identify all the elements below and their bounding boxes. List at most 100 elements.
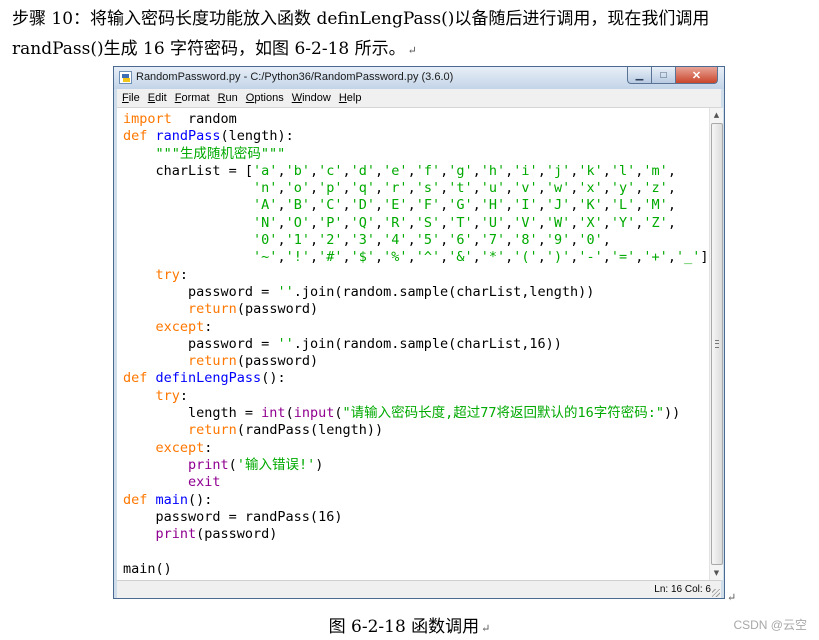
- code-token: ,: [602, 249, 611, 266]
- close-button[interactable]: ✕: [676, 67, 718, 84]
- code-line: """生成随机密码""": [123, 146, 709, 163]
- code-token: 'S': [415, 214, 441, 231]
- code-token: ,: [440, 180, 449, 197]
- maximize-button[interactable]: □: [652, 67, 676, 84]
- code-token: ,: [309, 197, 319, 214]
- code-token: 'w': [545, 180, 571, 197]
- code-token: main: [155, 491, 189, 508]
- code-token: ,: [407, 214, 416, 231]
- code-line: return(randPass(length)): [123, 422, 709, 439]
- code-token: '+': [643, 249, 668, 266]
- code-token: print: [188, 456, 229, 473]
- code-token: '_': [675, 249, 701, 266]
- window-title: RandomPassword.py - C:/Python36/RandomPa…: [136, 71, 454, 83]
- menu-window[interactable]: Window: [292, 92, 331, 104]
- code-token: ,: [537, 180, 546, 197]
- title-bar[interactable]: RandomPassword.py - C:/Python36/RandomPa…: [114, 67, 724, 89]
- code-token: :: [179, 387, 189, 404]
- code-token: ,: [375, 214, 384, 231]
- grip-icon: [715, 340, 719, 348]
- code-token: 'A': [253, 197, 278, 214]
- code-token: except: [155, 439, 205, 456]
- code-token: ,: [440, 197, 449, 214]
- code-editor[interactable]: import random def randPass(length): """生成…: [117, 108, 709, 580]
- code-token: ,: [537, 249, 546, 266]
- code-token: '!': [285, 249, 310, 266]
- resize-grip-icon[interactable]: [712, 589, 720, 597]
- code-token: 'K': [578, 197, 603, 214]
- code-token: '#': [318, 249, 343, 266]
- code-token: try: [155, 387, 180, 404]
- python-file-icon: [119, 71, 132, 84]
- menu-file[interactable]: File: [122, 92, 140, 104]
- menu-run[interactable]: Run: [218, 92, 238, 104]
- code-token: 'j': [545, 162, 571, 179]
- code-token: 'y': [610, 180, 636, 197]
- code-token: ,: [342, 197, 351, 214]
- code-token: ():: [188, 491, 213, 508]
- code-token: ,: [277, 180, 286, 197]
- code-token: ,: [277, 197, 286, 214]
- code-token: ,: [309, 180, 319, 197]
- code-token: 'I': [513, 197, 538, 214]
- code-line: exit: [123, 474, 709, 491]
- code-token: 't': [448, 180, 473, 197]
- code-token: '': [277, 283, 294, 300]
- code-token: 'Y': [610, 214, 636, 231]
- scroll-down-icon[interactable]: ▼: [710, 566, 723, 580]
- code-token: ,: [440, 214, 449, 231]
- menu-options[interactable]: Options: [246, 92, 284, 104]
- menu-bar: File Edit Format Run Options Window Help: [117, 89, 721, 108]
- menu-edit[interactable]: Edit: [148, 92, 167, 104]
- code-token: '~': [253, 249, 278, 266]
- code-token: 'H': [480, 197, 506, 214]
- code-token: 'E': [383, 197, 408, 214]
- code-token: 'N': [253, 214, 278, 231]
- code-line: import random: [123, 111, 709, 128]
- code-token: 'p': [318, 180, 343, 197]
- code-token: 'B': [285, 197, 310, 214]
- code-token: ,: [309, 249, 319, 266]
- code-token: 'h': [480, 162, 506, 179]
- scroll-thumb[interactable]: [711, 123, 723, 565]
- code-token: (randPass(length)): [236, 422, 384, 439]
- code-token: 'f': [415, 162, 441, 179]
- code-token: '-': [578, 249, 603, 266]
- menu-format[interactable]: Format: [175, 92, 210, 104]
- code-token: '5': [415, 232, 441, 249]
- code-token: (password): [236, 353, 319, 370]
- code-token: 'F': [415, 197, 441, 214]
- code-token: ,: [407, 162, 416, 179]
- code-token: ,: [472, 180, 481, 197]
- code-token: (password): [236, 301, 319, 318]
- code-token: ,: [342, 249, 351, 266]
- code-token: (length):: [220, 128, 294, 145]
- code-token: ,: [667, 162, 676, 179]
- code-token: ,: [277, 249, 286, 266]
- code-line: try:: [123, 267, 709, 284]
- menu-help[interactable]: Help: [339, 92, 362, 104]
- code-token: ,: [667, 197, 676, 214]
- code-token: '0': [253, 232, 278, 249]
- code-token: charList = [: [123, 162, 254, 179]
- code-token: 'm': [643, 162, 668, 179]
- code-token: '输入错误!': [236, 456, 316, 473]
- code-line: try:: [123, 388, 709, 405]
- code-line: def definLengPass():: [123, 370, 709, 387]
- vertical-scrollbar[interactable]: ▲ ▼: [709, 108, 723, 580]
- code-line: charList = ['a','b','c','d','e','f','g',…: [123, 163, 709, 180]
- code-line: 'A','B','C','D','E','F','G','H','I','J',…: [123, 197, 709, 214]
- code-token: def: [123, 370, 156, 387]
- code-token: password =: [123, 283, 278, 300]
- code-line: return(password): [123, 301, 709, 318]
- code-line: '0','1','2','3','4','5','6','7','8','9',…: [123, 232, 709, 249]
- scroll-up-icon[interactable]: ▲: [710, 108, 723, 122]
- minimize-button[interactable]: ▁: [627, 67, 652, 84]
